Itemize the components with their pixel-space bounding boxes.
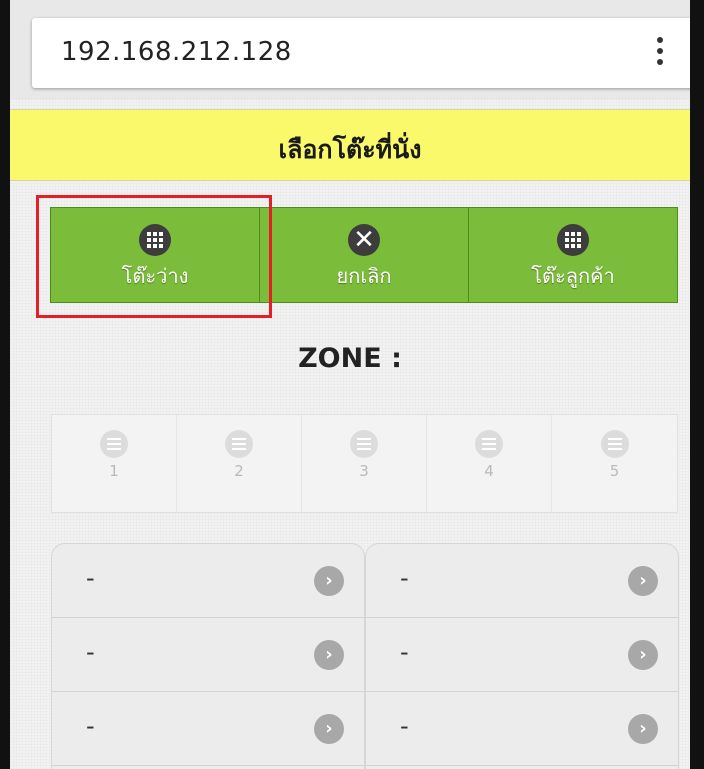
zone-number: 3: [359, 462, 369, 480]
highlight-box: [36, 195, 272, 318]
url-text[interactable]: 192.168.212.128: [61, 37, 292, 67]
zone-item-2[interactable]: 2: [177, 415, 302, 512]
zone-selector: 1 2 3 4 5: [51, 414, 678, 513]
zone-icon: [475, 430, 503, 458]
app-frame: 192.168.212.128 เลือกโต๊ะที่นั่ง โต๊ะว่า…: [10, 0, 690, 769]
zone-item-5[interactable]: 5: [552, 415, 677, 512]
address-bar[interactable]: 192.168.212.128: [32, 18, 690, 88]
overflow-menu-icon[interactable]: [655, 37, 665, 69]
table-name: -: [86, 712, 95, 740]
chevron-right-icon[interactable]: ›: [314, 640, 344, 670]
chevron-right-icon[interactable]: ›: [314, 566, 344, 596]
table-list-left: - › - › - ›: [51, 543, 365, 769]
customer-tables-button[interactable]: โต๊ะลูกค้า: [468, 207, 678, 303]
zone-number: 4: [484, 462, 494, 480]
zone-number: 5: [609, 462, 620, 480]
table-row[interactable]: - ›: [52, 618, 364, 692]
chevron-right-icon[interactable]: ›: [628, 566, 658, 596]
close-icon: ✕: [348, 224, 380, 256]
table-list-right: - › - › - ›: [365, 543, 679, 769]
table-row[interactable]: - ›: [366, 692, 678, 766]
table-name: -: [400, 564, 409, 592]
zone-icon: [350, 430, 378, 458]
page-header: เลือกโต๊ะที่นั่ง: [10, 109, 690, 181]
zone-icon: [100, 430, 128, 458]
chevron-right-icon[interactable]: ›: [628, 714, 658, 744]
customer-tables-label: โต๊ะลูกค้า: [531, 264, 615, 288]
table-name: -: [86, 564, 95, 592]
table-row[interactable]: - ›: [52, 544, 364, 618]
zone-number: 1: [109, 462, 119, 480]
grid-icon: [557, 224, 589, 256]
cancel-button[interactable]: ✕ ยกเลิก: [259, 207, 469, 303]
zone-icon: [600, 430, 629, 458]
zone-item-4[interactable]: 4: [427, 415, 552, 512]
table-name: -: [86, 638, 95, 666]
table-row[interactable]: - ›: [366, 618, 678, 692]
zone-heading: ZONE :: [298, 343, 402, 374]
table-name: -: [400, 712, 409, 740]
table-row[interactable]: - ›: [52, 692, 364, 766]
cancel-label: ยกเลิก: [336, 264, 392, 288]
zone-item-1[interactable]: 1: [52, 415, 177, 512]
browser-toolbar: 192.168.212.128: [10, 0, 690, 100]
chevron-right-icon[interactable]: ›: [314, 714, 344, 744]
zone-icon: [225, 430, 253, 458]
table-row[interactable]: - ›: [366, 544, 678, 618]
zone-item-3[interactable]: 3: [302, 415, 427, 512]
page-title: เลือกโต๊ะที่นั่ง: [278, 135, 422, 164]
chevron-right-icon[interactable]: ›: [628, 640, 658, 670]
table-name: -: [400, 638, 409, 666]
zone-number: 2: [234, 462, 244, 480]
